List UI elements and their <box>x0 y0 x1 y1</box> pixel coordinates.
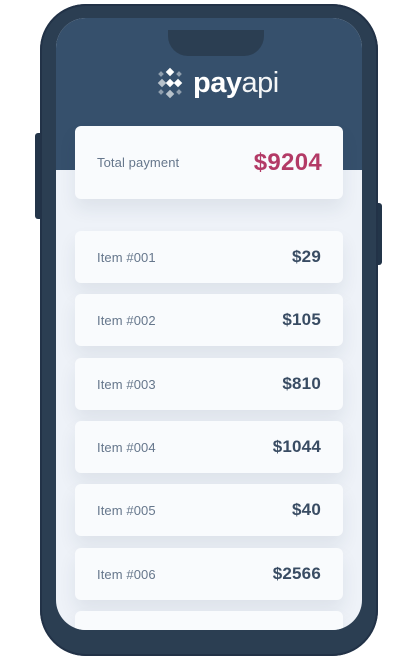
payment-item-amount: $2566 <box>272 564 321 583</box>
phone-frame: pay api Total payment $9204 Item #001 $2… <box>40 4 378 656</box>
payment-item-card[interactable]: Item #001 $29 <box>75 231 343 283</box>
payment-item-label: Item #005 <box>97 502 156 518</box>
payment-item-label: Item #002 <box>97 312 156 328</box>
payment-item-card[interactable]: Item #006 $2566 <box>75 548 343 600</box>
payment-item-label: Item #006 <box>97 566 156 582</box>
payapi-mockup: pay api Total payment $9204 Item #001 $2… <box>0 0 419 660</box>
payment-item-label: Item #004 <box>97 439 156 455</box>
payment-item-list: Item #001 $29 Item #002 $105 Item #003 $… <box>56 18 362 630</box>
payment-item-card-partial[interactable] <box>75 611 343 630</box>
payment-item-card[interactable]: Item #002 $105 <box>75 294 343 346</box>
payment-item-card[interactable]: Item #003 $810 <box>75 358 343 410</box>
payment-item-label: Item #003 <box>97 376 156 392</box>
payment-item-amount: $40 <box>292 500 321 519</box>
payment-item-amount: $810 <box>282 374 321 393</box>
payment-item-amount: $29 <box>292 247 321 266</box>
payment-item-label: Item #001 <box>97 249 156 265</box>
payment-item-amount: $105 <box>282 310 321 329</box>
payment-item-amount: $1044 <box>272 437 321 456</box>
payment-item-card[interactable]: Item #004 $1044 <box>75 421 343 473</box>
payment-item-card[interactable]: Item #005 $40 <box>75 484 343 536</box>
phone-screen: pay api Total payment $9204 Item #001 $2… <box>56 18 362 630</box>
